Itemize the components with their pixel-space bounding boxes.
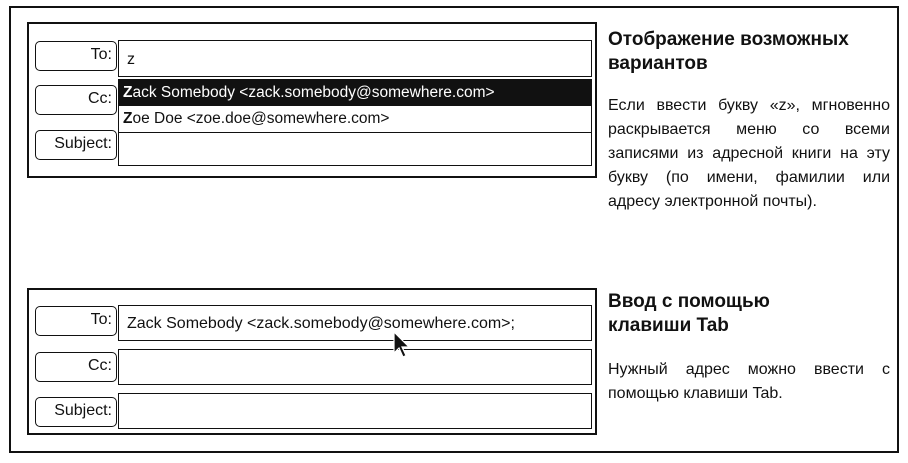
heading-top: Отображение возможных вариантов bbox=[608, 29, 849, 74]
autocomplete-dropdown: Zack Somebody <zack.somebody@somewhere.c… bbox=[118, 79, 592, 133]
to-field[interactable]: z bbox=[118, 40, 592, 77]
suggestion-item[interactable]: Zoe Doe <zoe.doe@somewhere.com> bbox=[119, 106, 591, 132]
heading-bottom: Ввод с помощью клавиши Tab bbox=[608, 291, 770, 336]
subject-label: Subject: bbox=[35, 397, 117, 427]
description-bottom: Нужный адрес можно ввести с помощью клав… bbox=[608, 361, 890, 402]
to-field[interactable]: Zack Somebody <zack.somebody@somewhere.c… bbox=[118, 305, 592, 341]
subject-label: Subject: bbox=[35, 130, 117, 160]
cc-label: Cc: bbox=[35, 85, 117, 115]
to-label: To: bbox=[35, 306, 117, 336]
description-top: Если ввести букву «z», мгновенно раскрыв… bbox=[608, 97, 890, 210]
subject-field[interactable] bbox=[118, 393, 592, 429]
cc-field[interactable] bbox=[118, 349, 592, 385]
to-label: To: bbox=[35, 41, 117, 71]
suggestion-item[interactable]: Zack Somebody <zack.somebody@somewhere.c… bbox=[119, 80, 591, 106]
subject-field[interactable] bbox=[118, 130, 592, 166]
mouse-pointer-icon bbox=[393, 331, 411, 358]
cc-label: Cc: bbox=[35, 352, 117, 382]
